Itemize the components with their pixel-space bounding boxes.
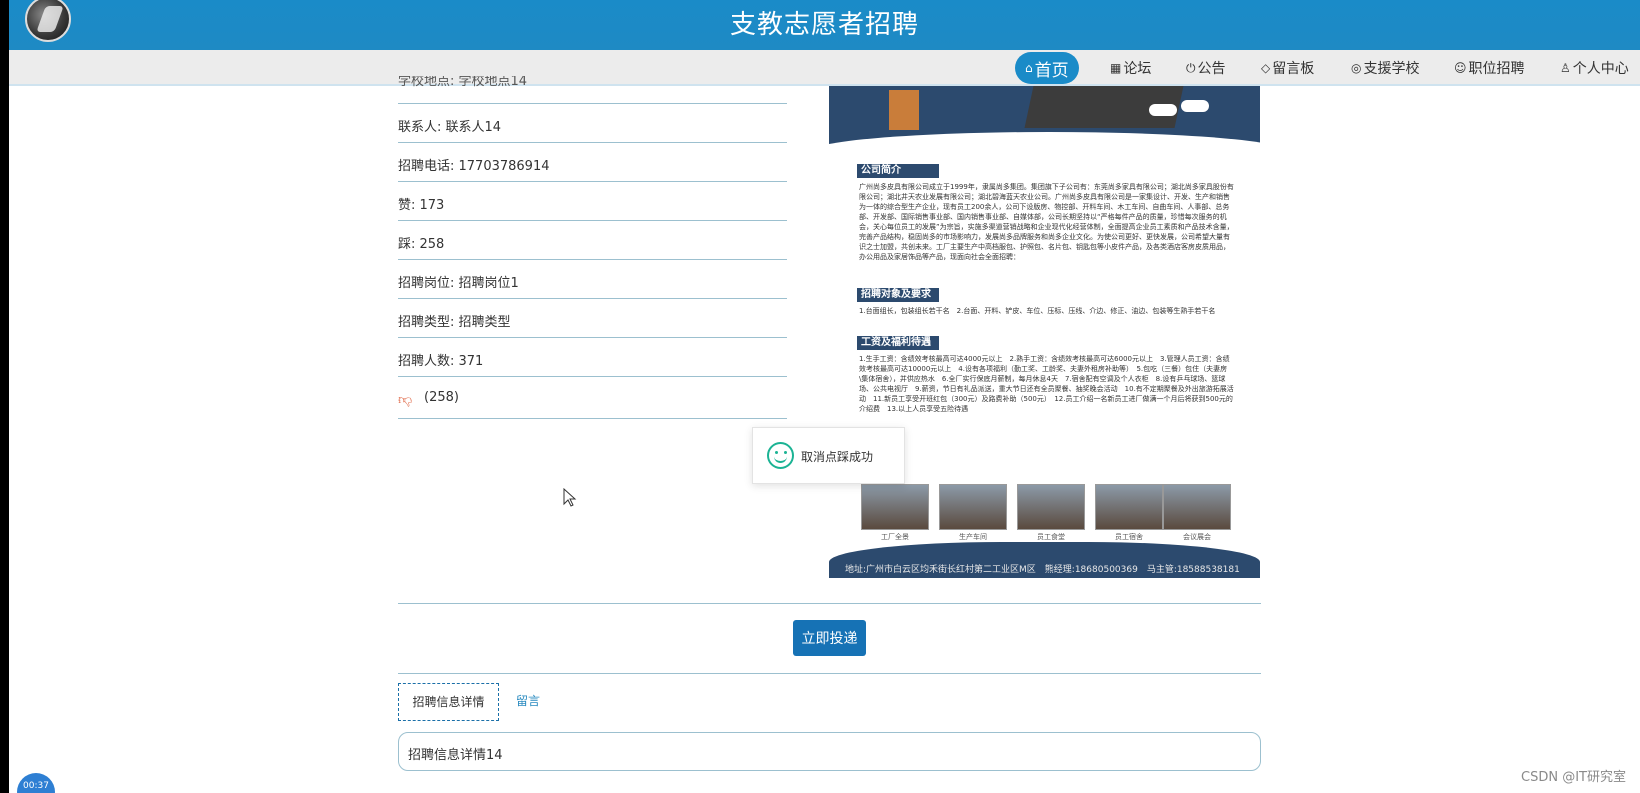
poster-section-requirements: 招聘对象及要求 xyxy=(857,288,939,302)
contact-text: 联系人: 联系人14 xyxy=(398,120,502,135)
position-text: 招聘岗位: 招聘岗位1 xyxy=(398,276,519,291)
tag-icon: ◇ xyxy=(1261,61,1271,75)
type-text: 招聘类型: 招聘类型 xyxy=(398,315,511,330)
detail-row-likes: 赞: 173 xyxy=(398,182,787,221)
detail-row-position: 招聘岗位: 招聘岗位1 xyxy=(398,260,787,299)
detail-content-text: 招聘信息详情14 xyxy=(408,748,503,763)
recruitment-poster: 公司简介 广州尚多皮具有限公司成立于1999年，隶属尚多集团。集团旗下子公司有：… xyxy=(829,86,1260,578)
tab-comment[interactable]: 留言 xyxy=(508,683,548,721)
poster-photo-caption: 员工宿舍 xyxy=(1115,533,1143,541)
toast-message: 取消点踩成功 xyxy=(801,450,874,464)
count-text: 招聘人数: 371 xyxy=(398,354,484,369)
poster-address: 地址:广州市白云区均禾街长红村第二工业区M区 熊经理:18680500369 马… xyxy=(845,565,1240,575)
nav-notice-label: 公告 xyxy=(1197,61,1226,77)
poster-photo xyxy=(939,484,1007,530)
nav-profile[interactable]: ♙ 个人中心 xyxy=(1560,58,1629,78)
detail-row-dislikes: 踩: 258 xyxy=(398,221,787,260)
site-title: 支教志愿者招聘 xyxy=(729,10,919,40)
recording-timer: 00:37 xyxy=(17,773,55,793)
power-icon: ⏻ xyxy=(1186,60,1196,75)
poster-photo-caption: 生产车间 xyxy=(959,533,987,541)
apply-now-button[interactable]: 立即投递 xyxy=(793,620,866,656)
dislike-row: 👎︎ (258) xyxy=(398,377,787,419)
poster-section-intro: 公司简介 xyxy=(857,164,939,178)
main-nav: ⌂ 首页 ▦ 论坛 ⏻ 公告 ◇ 留言板 ◎ 支援学校 ☺ 职位招聘 ♙ 个人中… xyxy=(9,50,1640,86)
forum-icon: ▦ xyxy=(1110,61,1122,75)
detail-content-box: 招聘信息详情14 xyxy=(398,732,1261,771)
dislikes-text: 踩: 258 xyxy=(398,237,445,252)
nav-forum[interactable]: ▦ 论坛 xyxy=(1110,58,1151,78)
nav-schools[interactable]: ◎ 支援学校 xyxy=(1351,58,1419,78)
detail-row-type: 招聘类型: 招聘类型 xyxy=(398,299,787,338)
poster-photo-caption: 工厂全景 xyxy=(881,533,909,541)
detail-row-phone: 招聘电话: 17703786914 xyxy=(398,143,787,182)
detail-row-location: 学校地点: 学校地点14 xyxy=(398,76,787,104)
poster-photo xyxy=(1163,484,1231,530)
tab-detail[interactable]: 招聘信息详情 xyxy=(398,683,499,721)
poster-wages-text: 1.生手工资：含绩效考核最高可达4000元以上 2.熟手工资：含绩效考核最高可达… xyxy=(859,355,1234,413)
nav-jobs-label: 职位招聘 xyxy=(1468,61,1525,77)
poster-photo xyxy=(1017,484,1085,530)
watermark: CSDN @IT研究室 xyxy=(1521,770,1626,785)
detail-row-contact: 联系人: 联系人14 xyxy=(398,104,787,143)
poster-photo xyxy=(1095,484,1163,530)
poster-header-art xyxy=(829,86,1260,172)
location-text: 学校地点: 学校地点14 xyxy=(398,76,528,89)
home-icon: ⌂ xyxy=(1025,61,1033,75)
poster-photo-caption: 员工食堂 xyxy=(1037,533,1065,541)
globe-icon: ◎ xyxy=(1351,61,1362,75)
dislike-count: (258) xyxy=(424,390,459,405)
face-icon: ☺ xyxy=(1454,61,1467,75)
poster-photo-caption: 会议展会 xyxy=(1183,533,1211,541)
detail-row-count: 招聘人数: 371 xyxy=(398,338,787,377)
nav-jobs[interactable]: ☺ 职位招聘 xyxy=(1454,58,1525,78)
nav-forum-label: 论坛 xyxy=(1123,61,1152,77)
nav-message-board[interactable]: ◇ 留言板 xyxy=(1261,58,1314,78)
divider xyxy=(398,673,1261,674)
toast-notification: 取消点踩成功 xyxy=(752,427,905,484)
poster-requirements-text: 1.台面组长，包装组长若干名 2.台面、开料、铲皮、车位、压标、压线、介边、修正… xyxy=(859,307,1216,315)
user-icon: ♙ xyxy=(1560,61,1571,75)
top-banner: 支教志愿者招聘 xyxy=(9,0,1640,50)
nav-notice[interactable]: ⏻ 公告 xyxy=(1186,58,1226,78)
poster-intro-text: 广州尚多皮具有限公司成立于1999年，隶属尚多集团。集团旗下子公司有：东莞尚多家… xyxy=(859,183,1234,261)
nav-home[interactable]: ⌂ 首页 xyxy=(1015,52,1079,84)
poster-photo xyxy=(861,484,929,530)
thumbs-down-icon[interactable]: 👎︎ xyxy=(398,391,412,408)
likes-text: 赞: 173 xyxy=(398,198,445,213)
poster-footer: 地址:广州市白云区均禾街长红村第二工业区M区 熊经理:18680500369 马… xyxy=(829,542,1260,578)
nav-message-board-label: 留言板 xyxy=(1272,61,1315,77)
nav-profile-label: 个人中心 xyxy=(1572,61,1629,77)
poster-section-wages: 工资及福利待遇 xyxy=(857,336,939,350)
poster-photos: 工厂全景 生产车间 员工食堂 员工宿舍 会议展会 xyxy=(861,484,1241,541)
screen-edge xyxy=(0,0,9,793)
nav-home-label: 首页 xyxy=(1034,60,1069,81)
smile-icon xyxy=(767,442,794,469)
nav-schools-label: 支援学校 xyxy=(1363,61,1420,77)
phone-text: 招聘电话: 17703786914 xyxy=(398,159,550,174)
divider xyxy=(398,603,1261,604)
